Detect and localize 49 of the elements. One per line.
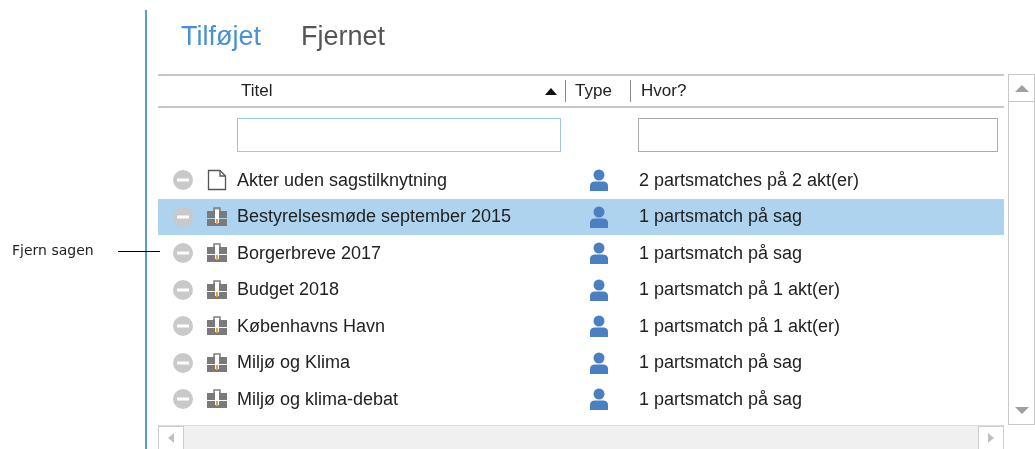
case-folder-icon xyxy=(205,279,228,300)
scroll-right-icon[interactable] xyxy=(978,426,1004,449)
remove-icon[interactable] xyxy=(172,242,194,265)
vertical-scrollbar[interactable] xyxy=(1008,74,1035,425)
callout-label: Fjern sagen xyxy=(12,241,94,260)
remove-icon[interactable] xyxy=(172,278,194,301)
row-title: Akter uden sagstilknytning xyxy=(237,169,448,190)
row-title: Miljø og Klima xyxy=(237,352,351,373)
tab[interactable]: Fjernet xyxy=(301,16,386,57)
row-title: Bestyrelsesmøde september 2015 xyxy=(237,206,512,227)
match-location: 1 partsmatch på sag xyxy=(639,206,803,227)
row-title: Københavns Havn xyxy=(237,315,386,336)
case-folder-icon xyxy=(205,316,228,337)
match-location: 1 partsmatch på 1 akt(er) xyxy=(639,279,841,300)
remove-icon[interactable] xyxy=(172,205,194,228)
person-icon xyxy=(589,278,608,301)
sort-ascending-icon xyxy=(545,87,557,95)
person-icon xyxy=(589,205,608,228)
remove-icon[interactable] xyxy=(172,169,194,192)
horizontal-scrollbar[interactable] xyxy=(158,425,1004,449)
row-title: Budget 2018 xyxy=(237,279,340,300)
case-folder-icon xyxy=(205,389,228,410)
column-header[interactable]: Hvor? xyxy=(641,78,687,104)
leader-line xyxy=(118,251,160,252)
column-header[interactable]: Type xyxy=(575,78,612,104)
match-location: 1 partsmatch på sag xyxy=(639,388,803,409)
table-row[interactable]: Bestyrelsesmøde september 2015 1 partsmatch på sag xyxy=(158,198,1004,235)
row-title: Miljø og klima-debat xyxy=(237,388,399,409)
person-icon xyxy=(589,388,608,411)
column-header[interactable]: Titel xyxy=(241,78,273,104)
person-icon xyxy=(589,169,608,192)
remove-icon[interactable] xyxy=(172,388,194,411)
person-icon xyxy=(589,351,608,374)
scroll-left-icon[interactable] xyxy=(158,426,184,449)
location-filter-field[interactable] xyxy=(638,118,998,152)
match-location: 1 partsmatch på sag xyxy=(639,352,803,373)
remove-icon[interactable] xyxy=(172,315,194,338)
row-title: Borgerbreve 2017 xyxy=(237,242,382,263)
title-filter-field[interactable] xyxy=(237,118,561,152)
person-icon xyxy=(589,242,608,265)
case-folder-icon xyxy=(205,206,228,227)
case-folder-icon xyxy=(205,352,228,373)
person-icon xyxy=(589,315,608,338)
remove-icon[interactable] xyxy=(172,351,194,374)
case-folder-icon xyxy=(205,243,228,264)
document-icon xyxy=(206,169,227,192)
match-location: 1 partsmatch på sag xyxy=(639,242,803,263)
match-location: 2 partsmatches på 2 akt(er) xyxy=(639,169,860,190)
match-location: 1 partsmatch på 1 akt(er) xyxy=(639,315,841,336)
